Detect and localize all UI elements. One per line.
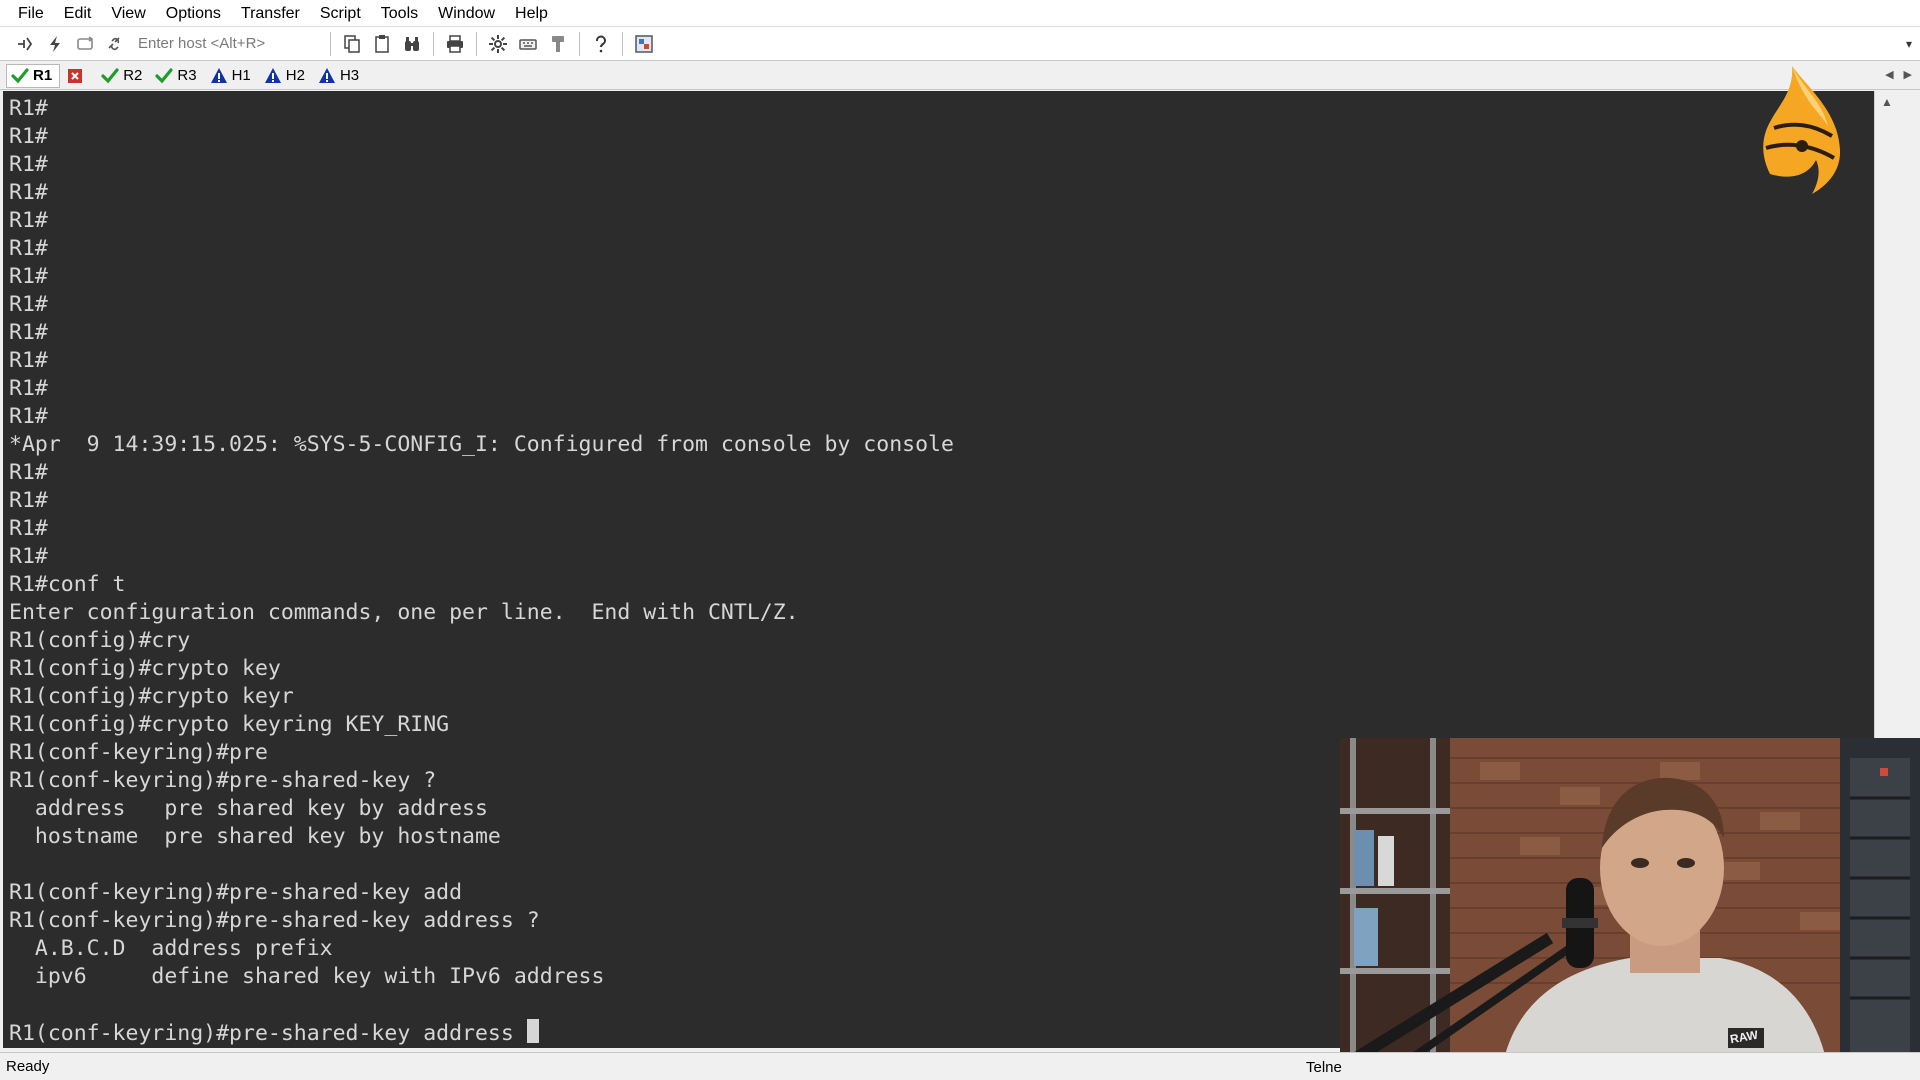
tab-label: H2 — [285, 67, 305, 84]
terminal-line: R1(config)#crypto key — [9, 656, 281, 681]
quick-connect-icon[interactable] — [41, 30, 69, 58]
terminal-line: R1# — [9, 124, 48, 149]
connected-check-icon — [11, 67, 29, 85]
tab-scroll-controls: ◀ ▶ — [1885, 68, 1912, 81]
settings-icon[interactable] — [484, 30, 512, 58]
terminal-line: *Apr 9 14:39:15.025: %SYS-5-CONFIG_I: Co… — [9, 432, 954, 457]
copy-icon[interactable] — [338, 30, 366, 58]
host-input[interactable] — [138, 31, 318, 56]
terminal-line: A.B.C.D address prefix — [9, 936, 333, 961]
tab-r1[interactable]: R1 — [6, 63, 61, 88]
tab-h1[interactable]: H1 — [206, 64, 258, 88]
terminal-line: R1(conf-keyring)#pre — [9, 740, 268, 765]
warning-icon — [210, 67, 228, 85]
terminal-line: R1# — [9, 208, 48, 233]
brand-logo — [1763, 66, 1841, 194]
print-icon[interactable] — [441, 30, 469, 58]
toolbar-separator — [622, 31, 623, 56]
terminal-line: R1(config)#crypto keyr — [9, 684, 294, 709]
tab-label: R2 — [123, 67, 143, 84]
status-text: Ready — [6, 1058, 50, 1075]
terminal-line: R1# — [9, 544, 48, 569]
terminal-line: R1# — [9, 376, 48, 401]
tab-h2[interactable]: H2 — [260, 64, 312, 88]
sftp-icon[interactable] — [544, 30, 572, 58]
menu-item-tools[interactable]: Tools — [371, 0, 428, 27]
disconnect-icon[interactable] — [101, 30, 129, 58]
terminal-line: R1# — [9, 516, 48, 541]
terminal-line: Enter configuration commands, one per li… — [9, 600, 799, 625]
terminal-line: R1(conf-keyring)#pre-shared-key ? — [9, 768, 437, 793]
terminal-line: R1# — [9, 264, 48, 289]
terminal-line: R1# — [9, 180, 48, 205]
terminal-line: R1(conf-keyring)#pre-shared-key address … — [9, 908, 540, 933]
terminal-line: R1# — [9, 320, 48, 345]
reconnect-icon[interactable] — [71, 30, 99, 58]
toolbar-separator — [433, 31, 434, 56]
connected-check-icon — [155, 67, 173, 85]
menu-item-window[interactable]: Window — [428, 0, 505, 27]
terminal-line: R1(config)#cry — [9, 628, 191, 653]
tab-label: R1 — [33, 67, 53, 84]
terminal-line: R1# — [9, 488, 48, 513]
warning-icon — [264, 67, 282, 85]
terminal-line: hostname pre shared key by hostname — [9, 824, 501, 849]
tab-label: H3 — [339, 67, 360, 84]
terminal-line: R1# — [9, 96, 48, 121]
scroll-up-icon[interactable]: ▲ — [1881, 95, 1893, 109]
connect-icon[interactable] — [11, 30, 39, 58]
tab-close-button[interactable] — [62, 64, 95, 88]
menu-item-options[interactable]: Options — [156, 0, 231, 27]
tab-label: H1 — [231, 67, 251, 84]
tab-label: R3 — [177, 67, 197, 84]
menu-item-view[interactable]: View — [101, 0, 155, 27]
tab-r3[interactable]: R3 — [151, 64, 203, 88]
screen-icon[interactable] — [630, 30, 658, 58]
presenter-webcam — [1340, 738, 1920, 1080]
terminal-line: address pre shared key by address — [9, 796, 488, 821]
close-icon — [66, 67, 84, 85]
terminal-line: R1(conf-keyring)#pre-shared-key add — [9, 880, 463, 905]
menu-item-script[interactable]: Script — [310, 0, 371, 27]
toolbar-overflow-icon[interactable]: ▾ — [1906, 37, 1912, 51]
terminal-prompt-text: R1(conf-keyring)#pre-shared-key address — [9, 1021, 527, 1046]
keymap-icon[interactable] — [514, 30, 542, 58]
toolbar: ▾ — [0, 27, 1920, 61]
menu-item-edit[interactable]: Edit — [54, 0, 102, 27]
terminal-cursor — [526, 1019, 539, 1043]
terminal-line: R1# — [9, 292, 48, 317]
status-bar: Ready Telne — [0, 1052, 1920, 1080]
tab-r2[interactable]: R2 — [97, 64, 149, 88]
toolbar-separator — [330, 31, 331, 56]
terminal-prompt-line[interactable]: R1(conf-keyring)#pre-shared-key address — [9, 1019, 954, 1047]
menu-bar: File Edit View Options Transfer Script Tools Wi… — [0, 0, 1920, 27]
paste-icon[interactable] — [368, 30, 396, 58]
terminal-output: R1# R1# R1# R1# R1# R1# R1# R1# R1# R1# R1# R1# *Apr… — [9, 95, 954, 1047]
terminal-line: R1# — [9, 460, 48, 485]
help-icon[interactable] — [587, 30, 615, 58]
connected-check-icon — [101, 67, 119, 85]
status-protocol: Telne — [1306, 1059, 1342, 1076]
session-tab-bar: R1 R2 R3 H1 H2 H3 ◀ ▶ — [0, 62, 1920, 90]
warning-icon — [318, 67, 336, 85]
terminal-line: R1# — [9, 236, 48, 261]
menu-item-help[interactable]: Help — [505, 0, 558, 27]
tab-scroll-left-icon[interactable]: ◀ — [1885, 68, 1893, 81]
tab-scroll-right-icon[interactable]: ▶ — [1904, 68, 1912, 81]
menu-item-transfer[interactable]: Transfer — [231, 0, 310, 27]
terminal-line: R1# — [9, 152, 48, 177]
terminal-line: R1#conf t — [9, 572, 126, 597]
toolbar-separator — [476, 31, 477, 56]
tab-h3[interactable]: H3 — [314, 64, 366, 88]
terminal-line: ipv6 define shared key with IPv6 address — [9, 964, 605, 989]
terminal-line: R1# — [9, 404, 48, 429]
find-icon[interactable] — [398, 30, 426, 58]
toolbar-separator — [579, 31, 580, 56]
terminal-line: R1(config)#crypto keyring KEY_RING — [9, 712, 450, 737]
menu-item-file[interactable]: File — [8, 0, 54, 27]
terminal-line: R1# — [9, 348, 48, 373]
